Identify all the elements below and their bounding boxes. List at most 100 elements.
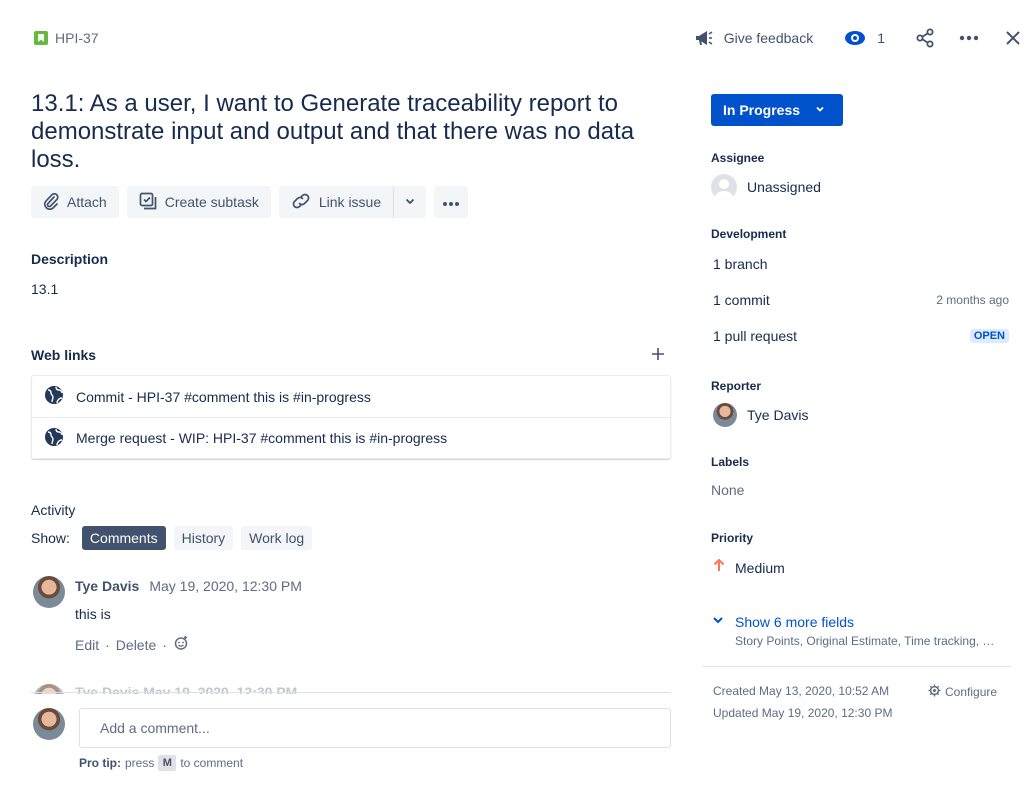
web-link-item[interactable]: Commit - HPI-37 #comment this is #in-pro…	[32, 376, 670, 417]
labels-label: Labels	[711, 455, 750, 469]
link-issue-dropdown[interactable]	[394, 186, 427, 218]
eye-icon	[843, 26, 867, 50]
edit-comment-link[interactable]: Edit	[75, 637, 99, 653]
assignee-value: Unassigned	[747, 179, 821, 195]
globe-icon	[44, 427, 64, 450]
pr-status-badge: OPEN	[969, 329, 1009, 343]
create-subtask-label: Create subtask	[164, 194, 259, 210]
configure-button[interactable]: Configure	[928, 684, 997, 700]
show-more-fields[interactable]: Show 6 more fields Story Points, Origina…	[711, 613, 997, 648]
show-label: Show:	[31, 530, 70, 546]
subtask-icon	[139, 192, 157, 213]
web-links-list: Commit - HPI-37 #comment this is #in-pro…	[31, 375, 671, 459]
issue-actions: Attach Create subtask Link issue	[31, 186, 469, 218]
labels-value[interactable]: None	[711, 482, 744, 498]
activity-filter: Show: Comments History Work log	[31, 526, 313, 550]
comment-actions: Edit · Delete ·	[75, 635, 302, 654]
pro-tip-rest: to comment	[180, 756, 244, 770]
unassigned-avatar-icon	[711, 174, 737, 200]
issue-summary[interactable]: 13.1: As a user, I want to Generate trac…	[31, 90, 671, 174]
development-commit-row: 1 commit 2 months ago	[713, 292, 1009, 308]
web-link-item[interactable]: Merge request - WIP: HPI-37 #comment thi…	[32, 417, 670, 458]
link-issue-label: Link issue	[318, 194, 382, 210]
assignee-label: Assignee	[711, 151, 765, 165]
updated-date: Updated May 19, 2020, 12:30 PM	[713, 706, 893, 720]
web-link-label[interactable]: Commit - HPI-37 #comment this is #in-pro…	[76, 389, 371, 405]
link-icon	[291, 193, 311, 212]
add-web-link-icon[interactable]	[651, 346, 665, 364]
reporter-field[interactable]: Tye Davis	[713, 403, 808, 427]
comment-author[interactable]: Tye Davis	[75, 578, 139, 594]
watch-button[interactable]: 1	[843, 26, 885, 50]
description-heading: Description	[31, 251, 109, 267]
link-issue-group: Link issue	[278, 186, 427, 218]
status-label: In Progress	[723, 102, 801, 118]
priority-value: Medium	[735, 559, 785, 576]
close-icon[interactable]	[1001, 26, 1025, 50]
add-comment-placeholder: Add a comment...	[100, 720, 210, 736]
delete-comment-link[interactable]: Delete	[116, 637, 156, 653]
pro-tip-press: press	[125, 756, 155, 770]
development-label: Development	[711, 227, 787, 241]
megaphone-icon	[692, 26, 716, 50]
tab-work-log[interactable]: Work log	[241, 526, 313, 550]
issue-key-breadcrumb[interactable]: HPI-37	[34, 30, 99, 46]
add-comment-input[interactable]: Add a comment...	[79, 708, 671, 748]
tab-comments[interactable]: Comments	[81, 526, 166, 550]
give-feedback-button[interactable]: Give feedback	[692, 26, 814, 50]
development-pr-row: 1 pull request OPEN	[713, 328, 1009, 344]
add-reaction-icon[interactable]	[173, 635, 189, 654]
reporter-value: Tye Davis	[747, 407, 809, 423]
keyboard-shortcut-key: M	[158, 755, 177, 771]
more-actions-icon[interactable]	[957, 26, 981, 50]
description-body[interactable]: 13.1	[31, 281, 58, 297]
globe-icon	[44, 385, 64, 408]
link-issue-button[interactable]: Link issue	[278, 186, 394, 218]
activity-heading: Activity	[31, 502, 76, 518]
paperclip-icon	[43, 192, 59, 213]
avatar[interactable]	[33, 576, 65, 608]
priority-medium-icon	[713, 558, 725, 577]
comment-item: Tye Davis May 19, 2020, 12:30 PM this is…	[33, 576, 673, 654]
chevron-down-icon	[711, 613, 725, 630]
created-date: Created May 13, 2020, 10:52 AM	[713, 684, 890, 698]
issue-toolbar: Give feedback 1	[692, 26, 1025, 50]
commit-time: 2 months ago	[936, 293, 1009, 307]
assignee-field[interactable]: Unassigned	[711, 174, 821, 200]
priority-label: Priority	[711, 531, 754, 545]
issue-key[interactable]: HPI-37	[55, 30, 99, 46]
tab-history[interactable]: History	[173, 526, 234, 550]
web-link-label[interactable]: Merge request - WIP: HPI-37 #comment thi…	[76, 430, 447, 446]
pro-tip: Pro tip: press M to comment	[79, 755, 243, 771]
ellipsis-icon	[442, 194, 460, 210]
priority-field[interactable]: Medium	[713, 558, 785, 577]
give-feedback-label: Give feedback	[723, 30, 814, 46]
story-type-icon	[34, 31, 48, 45]
pro-tip-label: Pro tip:	[79, 756, 121, 770]
comment-composer-divider	[31, 692, 671, 693]
create-subtask-button[interactable]: Create subtask	[126, 186, 271, 218]
avatar	[33, 708, 65, 740]
separator-dot: ·	[162, 636, 167, 653]
watchers-count: 1	[877, 30, 885, 46]
attach-label: Attach	[67, 194, 107, 210]
more-issue-actions-button[interactable]	[434, 186, 469, 218]
status-dropdown-button[interactable]: In Progress	[711, 94, 843, 126]
configure-label: Configure	[945, 685, 998, 699]
more-fields-summary: Story Points, Original Estimate, Time tr…	[735, 634, 997, 648]
attach-button[interactable]: Attach	[31, 186, 119, 218]
pull-request-link[interactable]: 1 pull request	[713, 328, 797, 344]
comment-content: Tye Davis May 19, 2020, 12:30 PM this is…	[75, 576, 302, 654]
commit-link[interactable]: 1 commit	[713, 292, 770, 308]
chevron-down-icon	[402, 193, 418, 212]
comment-text: this is	[75, 606, 111, 622]
branch-link[interactable]: 1 branch	[713, 256, 767, 272]
chevron-down-icon	[814, 102, 826, 118]
comment-timestamp[interactable]: May 19, 2020, 12:30 PM	[149, 578, 302, 594]
show-more-fields-label: Show 6 more fields	[735, 613, 855, 630]
sidebar-divider	[703, 666, 1011, 667]
avatar	[713, 403, 737, 427]
share-icon[interactable]	[913, 26, 937, 50]
development-branch-row: 1 branch	[713, 256, 1009, 272]
separator-dot: ·	[105, 636, 110, 653]
